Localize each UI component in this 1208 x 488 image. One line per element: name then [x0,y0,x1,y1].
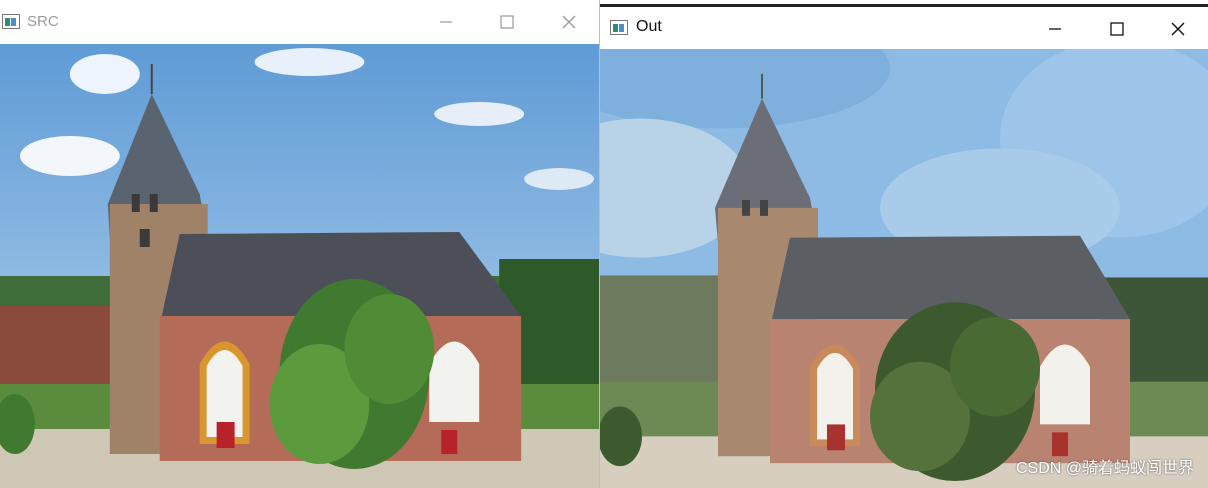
maximize-button[interactable] [1095,13,1139,45]
maximize-icon [500,15,514,29]
minimize-icon [440,21,452,23]
app-icon [610,20,628,35]
maximize-icon [1110,22,1124,36]
app-icon [2,14,20,29]
src-titlebar[interactable]: SRC [0,0,599,44]
src-image-canvas [0,44,599,488]
close-icon [562,15,576,29]
minimize-button[interactable] [1033,13,1077,45]
out-titlebar[interactable]: Out [600,7,1208,49]
out-image-canvas: CSDN @骑着蚂蚁闯世界 [600,49,1208,488]
close-button[interactable] [547,6,591,38]
close-button[interactable] [1156,13,1200,45]
src-window-title: SRC [27,13,59,30]
out-window: Out CSDN @骑着蚂蚁闯世界 [600,4,1208,488]
minimize-icon [1049,28,1061,30]
close-icon [1171,22,1185,36]
watermark-text: CSDN @骑着蚂蚁闯世界 [1015,460,1194,477]
church-photo-posterized [600,49,1208,488]
maximize-button[interactable] [485,6,529,38]
src-window: SRC [0,0,600,488]
minimize-button[interactable] [424,6,468,38]
church-photo-original [0,44,599,488]
out-window-title: Out [636,18,662,35]
